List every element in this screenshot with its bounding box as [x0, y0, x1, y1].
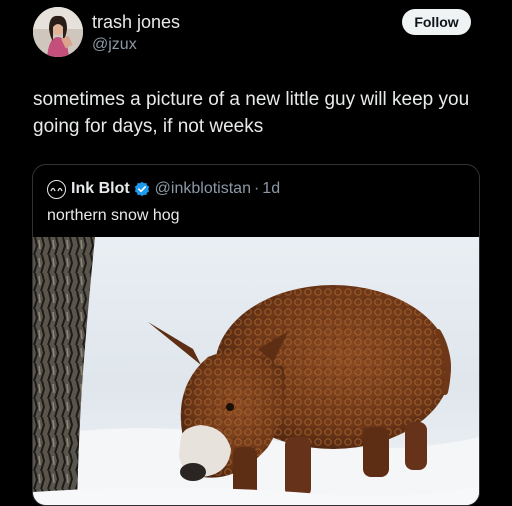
user-handle[interactable]: @jzux — [92, 36, 137, 54]
separator-dot: · — [253, 180, 260, 197]
quoted-tweet-text: northern snow hog — [47, 207, 180, 224]
quoted-tweet-image[interactable] — [33, 237, 479, 506]
quoted-tweet-header: Ink Blot @inkblotistan · 1d — [47, 179, 280, 199]
follow-button[interactable]: Follow — [402, 9, 471, 35]
quoted-author-handle[interactable]: @inkblotistan — [155, 180, 251, 198]
quoted-tweet-card[interactable]: Ink Blot @inkblotistan · 1d northern sno… — [32, 164, 480, 506]
quoted-author-avatar[interactable] — [47, 179, 66, 199]
verified-badge-icon — [134, 181, 150, 197]
profile-photo — [33, 7, 83, 57]
tweet-text: sometimes a picture of a new little guy … — [33, 89, 470, 137]
display-name[interactable]: trash jones — [92, 12, 180, 33]
ink-blot-face-icon — [50, 187, 63, 192]
quoted-tweet-timestamp[interactable]: 1d — [262, 180, 280, 198]
avatar[interactable] — [33, 7, 83, 57]
quoted-author-name[interactable]: Ink Blot — [71, 180, 130, 198]
